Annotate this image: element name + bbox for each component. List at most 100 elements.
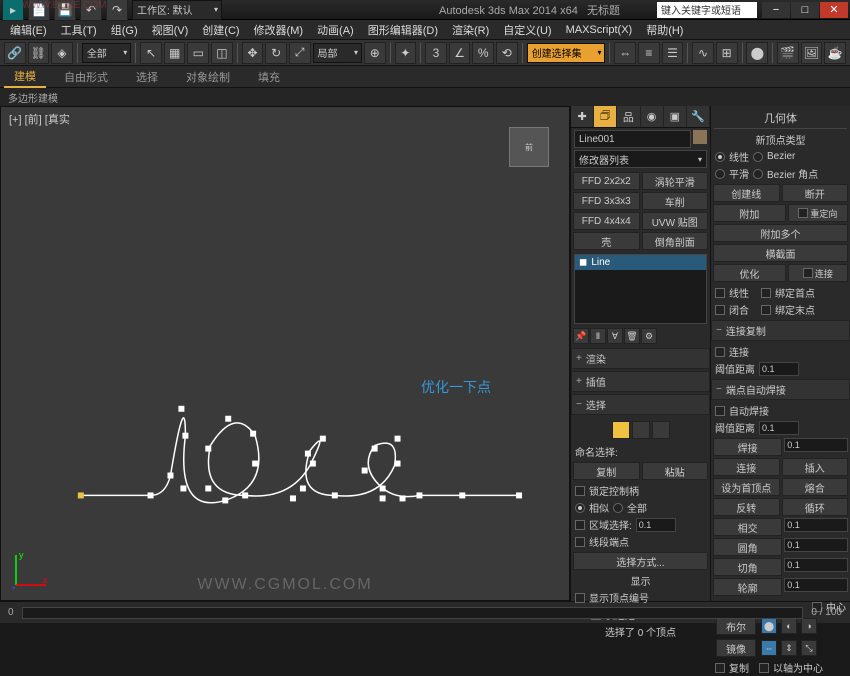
tab-modeling[interactable]: 建模 xyxy=(4,66,46,88)
unique-icon[interactable]: ∀ xyxy=(607,328,623,344)
remove-mod-icon[interactable]: 🗑 xyxy=(624,328,640,344)
viewport-label[interactable]: [+] [前] [真实 xyxy=(9,111,70,127)
uvw-button[interactable]: UVW 贴图 xyxy=(642,212,709,230)
fuse-button[interactable]: 熔合 xyxy=(782,478,849,496)
ffd4-button[interactable]: FFD 4x4x4 xyxy=(573,212,640,230)
select-name-icon[interactable]: ▦ xyxy=(164,42,186,64)
filter-dropdown[interactable]: 全部 xyxy=(82,43,131,63)
bool-union-icon[interactable]: ⬤ xyxy=(761,618,777,634)
modifier-stack[interactable]: ◼Line xyxy=(574,254,707,324)
menu-maxscript[interactable]: MAXScript(X) xyxy=(560,22,639,38)
reorient-check[interactable] xyxy=(798,208,808,218)
motion-tab-icon[interactable]: ◉ xyxy=(641,106,664,127)
select-by-button[interactable]: 选择方式... xyxy=(573,552,708,570)
mirror-both-icon[interactable]: ⤡ xyxy=(801,640,817,656)
fillet-spinner[interactable]: 0.1 xyxy=(784,538,848,552)
cross-sect-button[interactable]: 横截面 xyxy=(713,244,848,262)
menu-view[interactable]: 视图(V) xyxy=(146,20,195,40)
app-icon[interactable]: ▸ xyxy=(2,0,24,21)
area-sel-spinner[interactable]: 0.1 xyxy=(636,518,676,532)
select-icon[interactable]: ↖ xyxy=(140,42,162,64)
show-end-icon[interactable]: Ⅱ xyxy=(590,328,606,344)
thresh-spinner[interactable]: 0.1 xyxy=(759,362,799,376)
fillet-button[interactable]: 圆角 xyxy=(713,538,782,556)
chamfer-spinner[interactable]: 0.1 xyxy=(784,558,848,572)
turbosmooth-button[interactable]: 涡轮平滑 xyxy=(642,172,709,190)
snap-3d-icon[interactable]: 3 xyxy=(425,42,447,64)
bind-icon[interactable]: ◈ xyxy=(51,42,73,64)
crossins-spinner[interactable]: 0.1 xyxy=(784,518,848,532)
show-vert-num-check[interactable] xyxy=(575,593,585,603)
unlink-icon[interactable]: ⛓ xyxy=(28,42,50,64)
layer-icon[interactable]: ☰ xyxy=(662,42,684,64)
mirror-v-icon[interactable]: ⇕ xyxy=(781,640,797,656)
menu-group[interactable]: 组(G) xyxy=(105,20,144,40)
utility-tab-icon[interactable]: 🔧 xyxy=(687,106,710,127)
outline-button[interactable]: 轮廓 xyxy=(713,578,782,596)
curve-editor-icon[interactable]: ∿ xyxy=(692,42,714,64)
bevel-button[interactable]: 倒角剖面 xyxy=(642,232,709,250)
pivot-icon[interactable]: ⊕ xyxy=(364,42,386,64)
minimize-button[interactable]: − xyxy=(762,2,790,18)
menu-animation[interactable]: 动画(A) xyxy=(311,20,360,40)
weld-button[interactable]: 焊接 xyxy=(713,438,782,456)
menu-tools[interactable]: 工具(T) xyxy=(55,20,103,40)
paste-sel-button[interactable]: 粘贴 xyxy=(642,462,709,480)
attach-mult-button[interactable]: 附加多个 xyxy=(713,224,848,242)
crossins-button[interactable]: 相交 xyxy=(713,518,782,536)
optimize-button[interactable]: 优化 xyxy=(713,264,786,282)
object-name-field[interactable]: Line001 xyxy=(574,130,691,148)
move-icon[interactable]: ✥ xyxy=(242,42,264,64)
tab-populate[interactable]: 填充 xyxy=(248,67,290,87)
mirror-button[interactable]: 镜像 xyxy=(716,639,756,657)
create-line-button[interactable]: 创建线 xyxy=(713,184,780,202)
spinner-snap-icon[interactable]: ⟲ xyxy=(496,42,518,64)
all-radio[interactable] xyxy=(613,503,623,513)
break-button[interactable]: 断开 xyxy=(782,184,849,202)
make-first-button[interactable]: 设为首顶点 xyxy=(713,478,780,496)
cycle-button[interactable]: 循环 xyxy=(782,498,849,516)
stack-item-line[interactable]: ◼Line xyxy=(575,255,706,270)
copy2-check[interactable] xyxy=(715,663,725,673)
hierarchy-tab-icon[interactable]: 品 xyxy=(617,106,640,127)
bool-button[interactable]: 布尔 xyxy=(716,617,756,635)
workspace-dropdown[interactable]: 工作区: 默认 xyxy=(132,0,222,20)
named-sel-dropdown[interactable]: 创建选择集 xyxy=(527,43,606,63)
similar-radio[interactable] xyxy=(575,503,585,513)
axis-center-check[interactable] xyxy=(759,663,769,673)
manip-icon[interactable]: ✦ xyxy=(395,42,417,64)
shell-button[interactable]: 壳 xyxy=(573,232,640,250)
auto-weld-check[interactable] xyxy=(715,406,725,416)
maximize-button[interactable]: □ xyxy=(791,2,819,18)
tab-paint[interactable]: 对象绘制 xyxy=(176,67,240,87)
connect2-button[interactable]: 连接 xyxy=(713,458,780,476)
render-icon[interactable]: ☕ xyxy=(824,42,846,64)
pct-snap-icon[interactable]: % xyxy=(472,42,494,64)
mirror-icon[interactable]: ⇔ xyxy=(614,42,636,64)
modifier-list-dropdown[interactable]: 修改器列表 xyxy=(574,150,707,168)
tab-freeform[interactable]: 自由形式 xyxy=(54,67,118,87)
bind-last-check[interactable] xyxy=(761,305,771,315)
menu-edit[interactable]: 编辑(E) xyxy=(4,20,53,40)
seg-end-check[interactable] xyxy=(575,537,585,547)
rollout-select[interactable]: 选择 xyxy=(571,394,710,415)
bezier-radio[interactable] xyxy=(753,152,763,162)
bind-first-check[interactable] xyxy=(761,288,771,298)
search-input[interactable]: 键入关键字或短语 xyxy=(657,2,757,18)
vertex-level-button[interactable] xyxy=(612,421,630,439)
smooth-radio[interactable] xyxy=(715,169,725,179)
conn-copy-hdr[interactable]: 连接复制 xyxy=(711,320,850,341)
mirror-h-icon[interactable]: ⇔ xyxy=(761,640,777,656)
link-icon[interactable]: 🔗 xyxy=(4,42,26,64)
menu-help[interactable]: 帮助(H) xyxy=(640,20,689,40)
linear-radio[interactable] xyxy=(715,152,725,162)
chamfer-button[interactable]: 切角 xyxy=(713,558,782,576)
menu-modifier[interactable]: 修改器(M) xyxy=(248,20,310,40)
lock-handles-check[interactable] xyxy=(575,486,585,496)
schematic-icon[interactable]: ⊞ xyxy=(716,42,738,64)
area-sel-check[interactable] xyxy=(575,520,585,530)
weld-dist-spinner[interactable]: 0.1 xyxy=(759,421,799,435)
create-tab-icon[interactable]: ✚ xyxy=(571,106,594,127)
weld-spinner[interactable]: 0.1 xyxy=(784,438,848,452)
modify-tab-icon[interactable]: 🗇 xyxy=(594,106,617,127)
